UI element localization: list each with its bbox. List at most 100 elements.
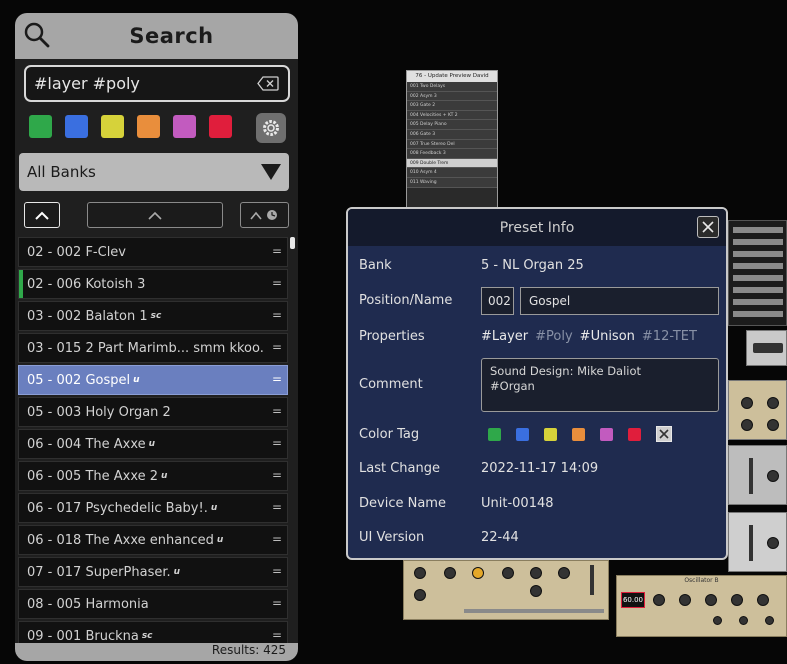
close-icon (659, 429, 669, 439)
properties-list: #Layer #Poly #Unison #12-TET (481, 329, 697, 344)
bank-label: Bank (359, 258, 392, 273)
background-module-right (728, 445, 787, 505)
preset-tag: u (173, 567, 181, 577)
row-menu-icon[interactable]: = (272, 404, 282, 418)
oscillator-readout: 60.00 (621, 592, 645, 608)
preset-row[interactable]: 05 - 003 Holy Organ 2 = (18, 397, 288, 427)
close-button[interactable] (697, 216, 719, 238)
background-bank-row[interactable]: 005 Delay Piano (407, 120, 497, 130)
bank-dropdown[interactable]: All Banks (19, 153, 289, 191)
preset-row[interactable]: 06 - 005 The Axxe 2 u = (18, 461, 288, 491)
background-bank-row[interactable]: 003 Gate 2 (407, 101, 497, 111)
backspace-clear-icon[interactable] (257, 76, 279, 91)
preset-row[interactable]: 02 - 002 F-Clev = (18, 237, 288, 267)
color-filter-yellow[interactable] (101, 115, 124, 138)
property-tag[interactable]: #12-TET (642, 329, 697, 344)
row-menu-icon[interactable]: = (272, 276, 282, 290)
row-menu-icon[interactable]: = (272, 468, 282, 482)
preset-row[interactable]: 03 - 015 2 Part Marimb... smm kkoo. = (18, 333, 288, 363)
background-bank-row[interactable]: 008 Feedback 3 (407, 149, 497, 159)
row-menu-icon[interactable]: = (272, 308, 282, 322)
color-tag-swatch[interactable] (544, 428, 557, 441)
preset-tag: sc (150, 311, 162, 321)
preset-label: 08 - 005 Harmonia (27, 596, 149, 612)
results-count: Results: 425 (211, 643, 286, 657)
preset-row[interactable]: 02 - 006 Kotoish 3 = (18, 269, 288, 299)
background-bank-row[interactable]: 002 Asym 3 (407, 91, 497, 102)
preset-row[interactable]: 08 - 005 Harmonia = (18, 589, 288, 619)
preset-tag: u (216, 535, 224, 545)
last-change-value: 2022-11-17 14:09 (481, 461, 599, 476)
background-bank-row[interactable]: 011 Waving (407, 177, 497, 188)
search-panel: Search All Banks (15, 13, 298, 661)
preset-tag: u (210, 503, 218, 513)
property-tag[interactable]: #Layer (481, 329, 528, 344)
app-root: 76 - Update Preview David 001 Two Delays… (0, 0, 787, 664)
row-menu-icon[interactable]: = (272, 628, 282, 642)
row-menu-icon[interactable]: = (272, 372, 282, 386)
preset-list[interactable]: 02 - 002 F-Clev = 02 - 006 Kotoish 3 = 03 - … (15, 237, 298, 643)
row-menu-icon[interactable]: = (272, 532, 282, 546)
preset-row[interactable]: 06 - 018 The Axxe enhanced u = (18, 525, 288, 555)
row-menu-icon[interactable]: = (272, 564, 282, 578)
gear-icon (263, 120, 279, 136)
sort-by-name-button[interactable] (87, 202, 223, 228)
preset-tag: u (148, 439, 156, 449)
preset-tag: u (133, 375, 140, 385)
color-filter-green[interactable] (29, 115, 52, 138)
background-bank-row[interactable]: 004 Velocities + KT 2 (407, 110, 497, 121)
preset-name-field[interactable]: Gospel (520, 287, 719, 315)
color-tag-swatch[interactable] (628, 428, 641, 441)
preset-row[interactable]: 09 - 001 Bruckna sc = (18, 621, 288, 643)
color-filter-red[interactable] (209, 115, 232, 138)
preset-row[interactable]: 06 - 004 The Axxe u = (18, 429, 288, 459)
background-bank-row[interactable]: 007 True Stereo Del (407, 139, 497, 150)
position-number-field[interactable]: 002 (481, 287, 514, 315)
row-menu-icon[interactable]: = (272, 500, 282, 514)
row-menu-icon[interactable]: = (272, 596, 282, 610)
color-tag-swatch[interactable] (488, 428, 501, 441)
preset-info-dialog: Preset Info Bank 5 - NL Organ 25 Positio… (346, 207, 728, 560)
row-menu-icon[interactable]: = (272, 340, 282, 354)
row-menu-icon[interactable]: = (272, 244, 282, 258)
preset-label: 07 - 017 SuperPhaser. (27, 564, 171, 580)
search-header: Search (15, 13, 298, 59)
row-menu-icon[interactable]: = (272, 436, 282, 450)
background-bank-row[interactable]: 006 Gate 3 (407, 129, 497, 140)
property-tag[interactable]: #Unison (580, 329, 635, 344)
color-filter-magenta[interactable] (173, 115, 196, 138)
color-tag-swatch[interactable] (516, 428, 529, 441)
background-envelope-module (403, 560, 609, 620)
preset-tag: u (161, 471, 168, 481)
settings-button[interactable] (256, 113, 286, 143)
search-input[interactable] (34, 74, 254, 93)
background-knob-panel (728, 380, 787, 440)
preset-label: 05 - 003 Holy Organ 2 (27, 404, 171, 420)
preset-row[interactable]: 07 - 017 SuperPhaser. u = (18, 557, 288, 587)
clear-color-tag-button[interactable] (656, 426, 672, 442)
sort-by-position-button[interactable] (24, 202, 60, 228)
ui-version-label: UI Version (359, 530, 425, 545)
search-field[interactable] (24, 65, 290, 102)
search-icon[interactable] (24, 22, 50, 48)
list-scrollbar[interactable] (290, 237, 295, 249)
color-filter-blue[interactable] (65, 115, 88, 138)
color-tag-swatch[interactable] (572, 428, 585, 441)
preset-label: 03 - 015 2 Part Marimb... smm kkoo. (27, 340, 264, 356)
background-bank-rows: 001 Two Delays 002 Asym 3 003 Gate 2 004 Ve… (407, 82, 497, 188)
background-bank-row[interactable]: 001 Two Delays (407, 82, 497, 92)
background-bank-row[interactable]: 010 Asym 4 (407, 168, 497, 178)
preset-row[interactable]: 06 - 017 Psychedelic Baby!. u = (18, 493, 288, 523)
color-filter-orange[interactable] (137, 115, 160, 138)
comment-field[interactable]: Sound Design: Mike Daliot #Organ (481, 358, 719, 412)
close-icon (702, 221, 714, 233)
sort-by-date-button[interactable] (240, 202, 289, 228)
color-mark (19, 270, 23, 298)
background-bank-window[interactable]: 76 - Update Preview David 001 Two Delays… (406, 70, 498, 208)
property-tag[interactable]: #Poly (535, 329, 573, 344)
preset-row[interactable]: 03 - 002 Balaton 1 sc = (18, 301, 288, 331)
background-bank-row[interactable]: 009 Double Trem (407, 158, 497, 169)
preset-row[interactable]: 05 - 002 Gospel u = (18, 365, 288, 395)
preset-label: 02 - 006 Kotoish 3 (27, 276, 146, 292)
color-tag-swatch[interactable] (600, 428, 613, 441)
